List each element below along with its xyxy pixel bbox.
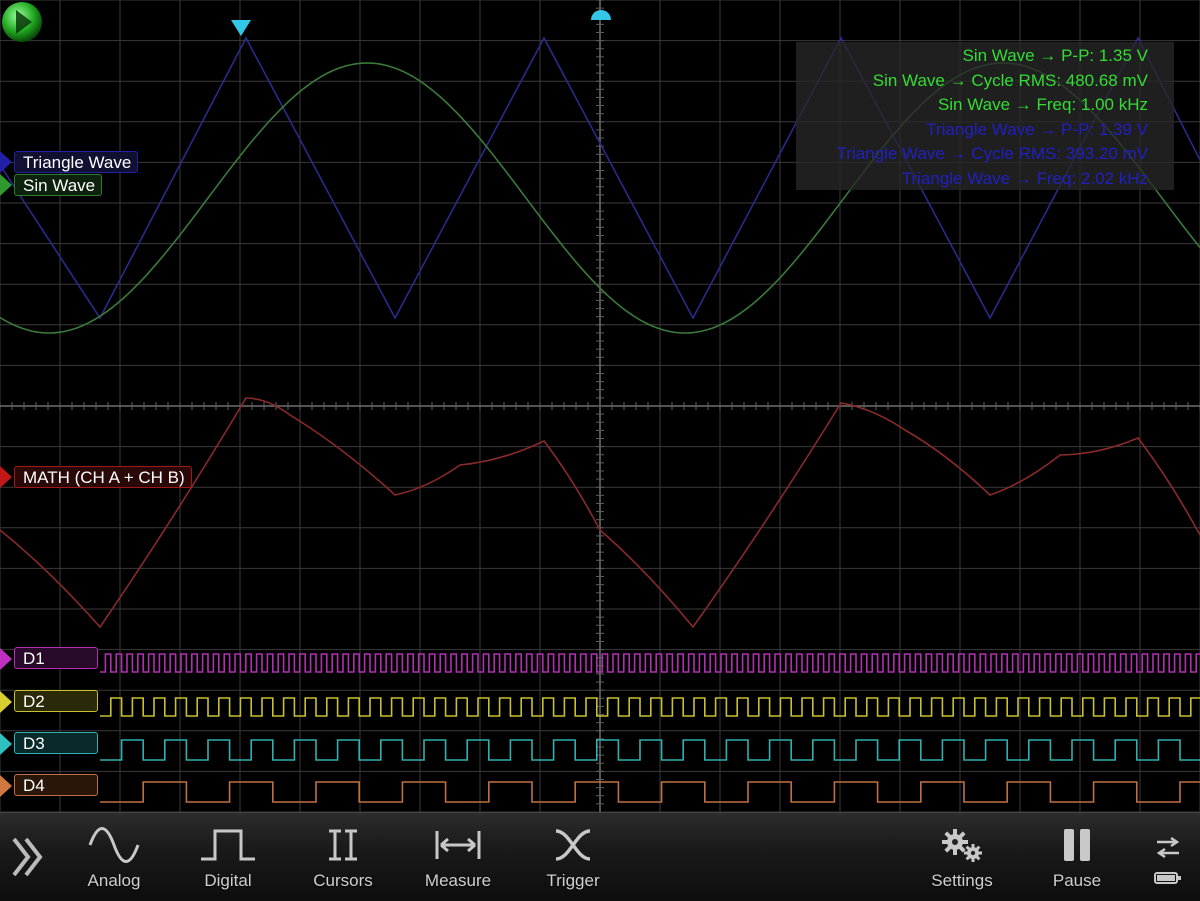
- time-reference-marker[interactable]: [589, 2, 613, 22]
- d1-trace: [100, 653, 1200, 673]
- settings-label: Settings: [931, 871, 993, 890]
- math-channel-label[interactable]: MATH (CH A + CH B): [14, 466, 192, 488]
- measurement-sine-pp: Sin Wave → P-P: 1.35 V: [962, 46, 1149, 65]
- measurement-triangle-rms: Triangle Wave → Cycle RMS: 393.20 mV: [836, 144, 1148, 163]
- d2-trace: [100, 697, 1200, 717]
- d3-channel-label[interactable]: D3: [14, 732, 98, 754]
- cursors-icon: [329, 829, 357, 861]
- scope-display[interactable]: Triangle Wave Sin Wave MATH (CH A + CH B…: [0, 0, 1200, 812]
- bottom-toolbar: Analog Digital Cursors Measure Trigger S…: [0, 812, 1200, 901]
- square-pulse-icon: [201, 829, 255, 861]
- battery-icon: [1154, 872, 1181, 884]
- sine-channel-label[interactable]: Sin Wave: [14, 174, 103, 196]
- d3-trace: [100, 739, 1200, 761]
- d3-channel-marker[interactable]: [0, 733, 12, 755]
- math-channel-marker[interactable]: [0, 466, 12, 488]
- cursors-button[interactable]: Cursors: [304, 813, 382, 901]
- sine-channel-marker[interactable]: [0, 174, 12, 196]
- cursors-label: Cursors: [313, 871, 373, 890]
- math-trace: [0, 397, 1200, 629]
- connection-switch-icon: [1156, 836, 1180, 859]
- measurement-sine-rms: Sin Wave → Cycle RMS: 480.68 mV: [872, 70, 1148, 90]
- d2-channel-marker[interactable]: [0, 691, 12, 713]
- d4-channel-marker[interactable]: [0, 775, 12, 797]
- d4-trace: [100, 781, 1200, 803]
- gears-icon: [942, 829, 982, 862]
- sine-wave-icon: [88, 827, 140, 863]
- d1-channel-marker[interactable]: [0, 648, 12, 670]
- d1-channel-label[interactable]: D1: [14, 647, 98, 669]
- triangle-channel-marker[interactable]: [0, 151, 12, 173]
- digital-button[interactable]: Digital: [194, 813, 262, 901]
- measurement-triangle-pp: Triangle Wave → P-P: 1.39 V: [926, 119, 1148, 139]
- pause-label: Pause: [1052, 871, 1102, 890]
- measure-label: Measure: [424, 871, 492, 890]
- device-status-button[interactable]: [1148, 813, 1188, 901]
- measurement-triangle-freq: Triangle Wave → Freq: 2.02 kHz: [901, 168, 1148, 188]
- measure-icon: [435, 831, 481, 859]
- d2-channel-label[interactable]: D2: [14, 690, 98, 712]
- expand-button[interactable]: [0, 813, 56, 901]
- panel-collapse-icon[interactable]: [0, 0, 46, 44]
- analog-label: Analog: [87, 871, 141, 890]
- double-chevron-right-icon: [12, 837, 43, 877]
- trigger-icon: [555, 829, 591, 861]
- trigger-position-marker[interactable]: [229, 18, 253, 38]
- triangle-channel-label[interactable]: Triangle Wave: [14, 151, 139, 173]
- pause-button[interactable]: Pause: [1042, 813, 1112, 901]
- measurement-sine-freq: Sin Wave → Freq: 1.00 kHz: [937, 95, 1148, 114]
- settings-button[interactable]: Settings: [922, 813, 1002, 901]
- trigger-button[interactable]: Trigger: [536, 813, 610, 901]
- d4-channel-label[interactable]: D4: [14, 774, 98, 796]
- digital-label: Digital: [204, 871, 252, 890]
- measure-button[interactable]: Measure: [418, 813, 498, 901]
- measurement-panel[interactable]: Sin Wave → P-P: 1.35 V Sin Wave → Cycle …: [796, 42, 1174, 190]
- trigger-label: Trigger: [546, 871, 600, 890]
- pause-icon: [1064, 829, 1090, 861]
- analog-button[interactable]: Analog: [80, 813, 148, 901]
